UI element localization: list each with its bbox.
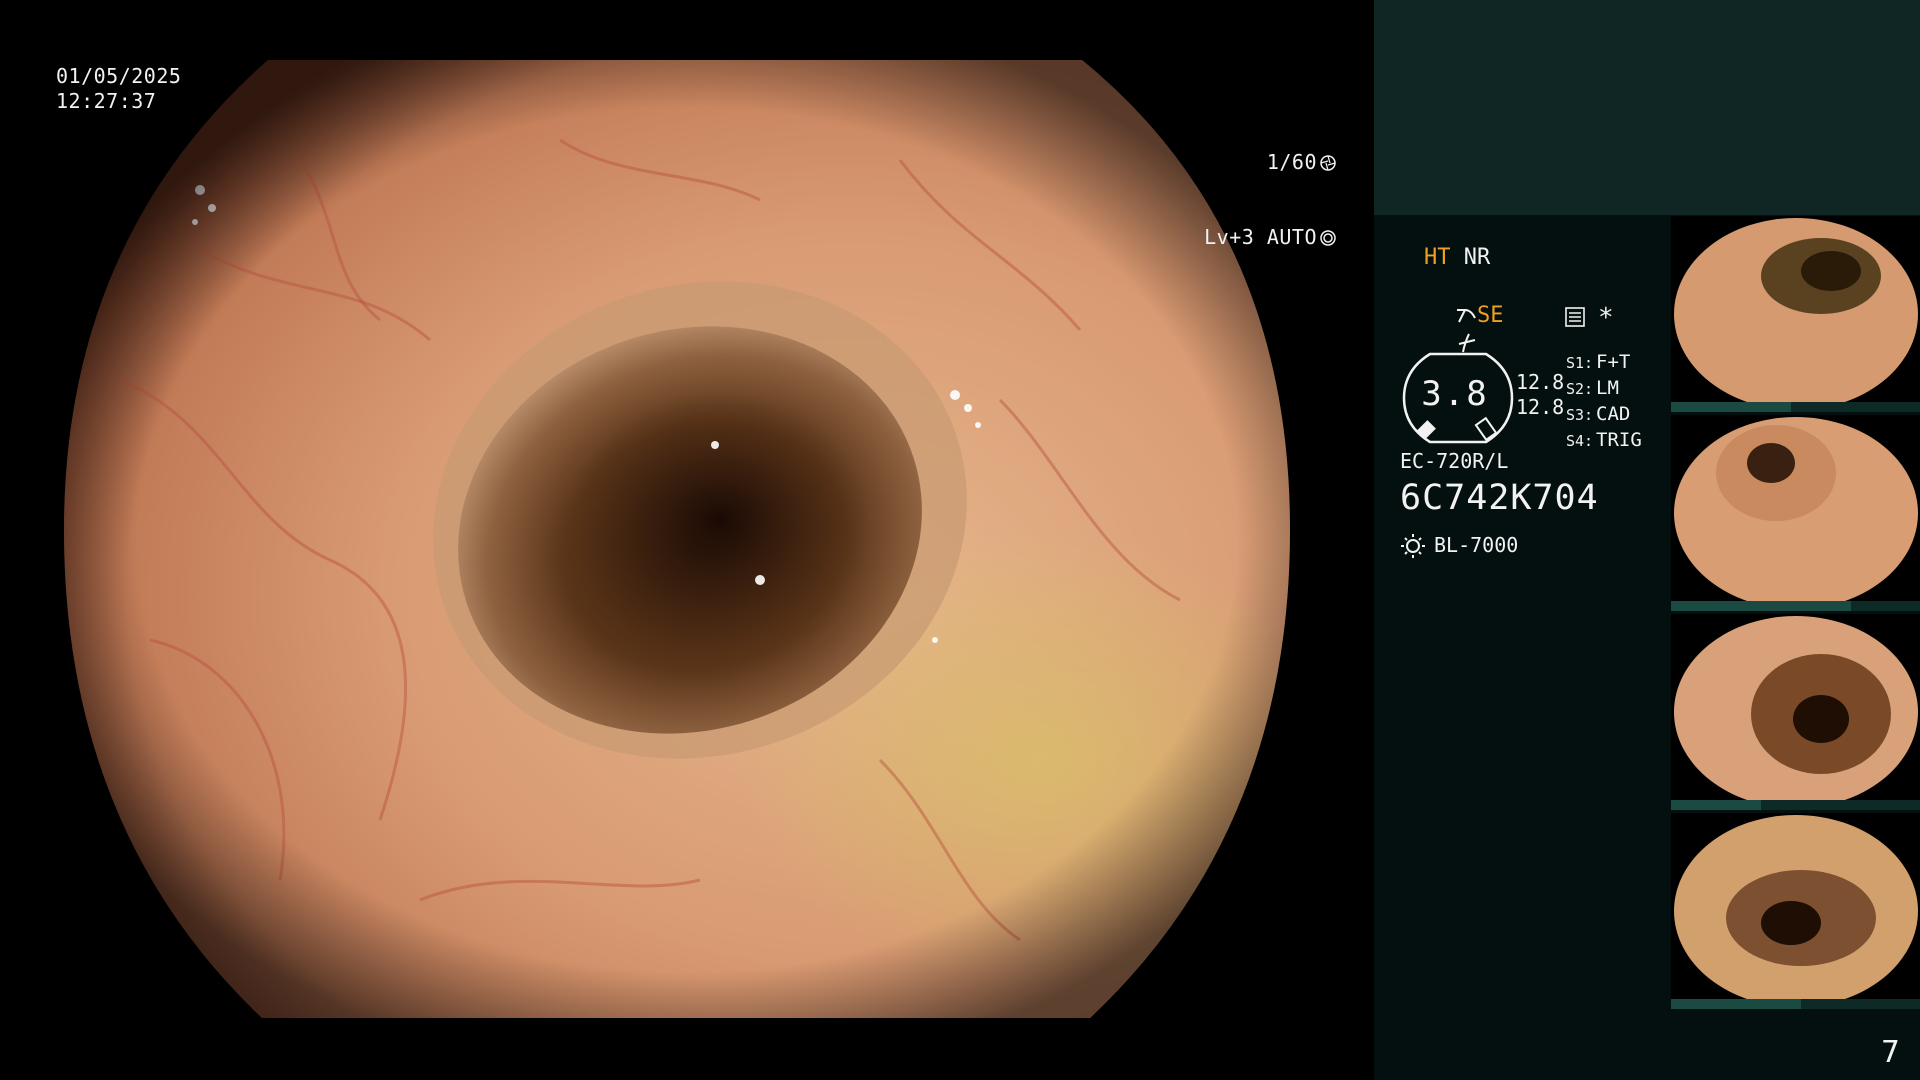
switch-s3: S3: CAD (1566, 402, 1642, 428)
scope-model: EC-720R/L (1400, 449, 1509, 473)
light-source: BL-7000 (1400, 532, 1518, 558)
panel-header-area (1374, 0, 1920, 215)
switch-key: S1: (1566, 354, 1594, 372)
switch-key: S4: (1566, 432, 1594, 450)
gauge-value-2: 12.8 (1516, 395, 1565, 419)
gauge-value: 3.8 (1421, 374, 1489, 414)
status-panel: HT NR SE * 3.8 12.8 12.8 S1: F+T S2: LM S3… (1374, 0, 1920, 1080)
switch-value: CAD (1596, 403, 1631, 425)
switch-value: TRIG (1596, 429, 1642, 451)
endoscope-image (0, 0, 1374, 1080)
exposure-readout: 1/60 Lv+3 AUTO (1204, 100, 1336, 300)
memory-icon (1565, 307, 1585, 327)
thumbnail-4[interactable] (1671, 813, 1920, 1009)
switch-key: S3: (1566, 406, 1594, 424)
switch-s1: S1: F+T (1566, 350, 1642, 376)
datetime-readout: 01/05/2025 12:27:37 (56, 64, 181, 114)
switch-assignments: S1: F+T S2: LM S3: CAD S4: TRIG (1566, 350, 1642, 454)
switch-value: F+T (1596, 351, 1631, 373)
thumbnail-1[interactable] (1671, 216, 1920, 412)
thumbnail-2[interactable] (1671, 415, 1920, 611)
brightness-text: Lv+3 AUTO (1204, 225, 1317, 249)
iris-icon (1320, 229, 1336, 246)
gauge-value-1: 12.8 (1516, 370, 1565, 394)
star-indicator: * (1598, 303, 1614, 333)
switch-s4: S4: TRIG (1566, 428, 1642, 454)
light-source-label: BL-7000 (1434, 533, 1519, 557)
mode-nr: NR (1463, 245, 1491, 270)
time-text: 12:27:37 (56, 89, 157, 113)
mode-ht: HT (1424, 245, 1451, 270)
gauge-side-values: 12.8 12.8 (1516, 370, 1564, 420)
light-source-icon (1401, 534, 1425, 558)
thumbnail-3[interactable] (1671, 614, 1920, 810)
switch-s2: S2: LM (1566, 376, 1642, 402)
endoscope-view: 01/05/2025 12:27:37 1/60 Lv+3 AUTO (0, 0, 1374, 1080)
shutter-icon (1320, 154, 1336, 171)
mode-se: SE (1476, 303, 1504, 328)
switch-value: LM (1596, 377, 1619, 399)
switch-key: S2: (1566, 380, 1594, 398)
page-number: 7 (1880, 1035, 1900, 1070)
date-text: 01/05/2025 (56, 64, 182, 88)
shutter-text: 1/60 (1266, 150, 1317, 174)
mode-indicators-row-1: HT NR (1424, 244, 1490, 272)
scope-serial: 6C742K704 (1400, 478, 1599, 518)
